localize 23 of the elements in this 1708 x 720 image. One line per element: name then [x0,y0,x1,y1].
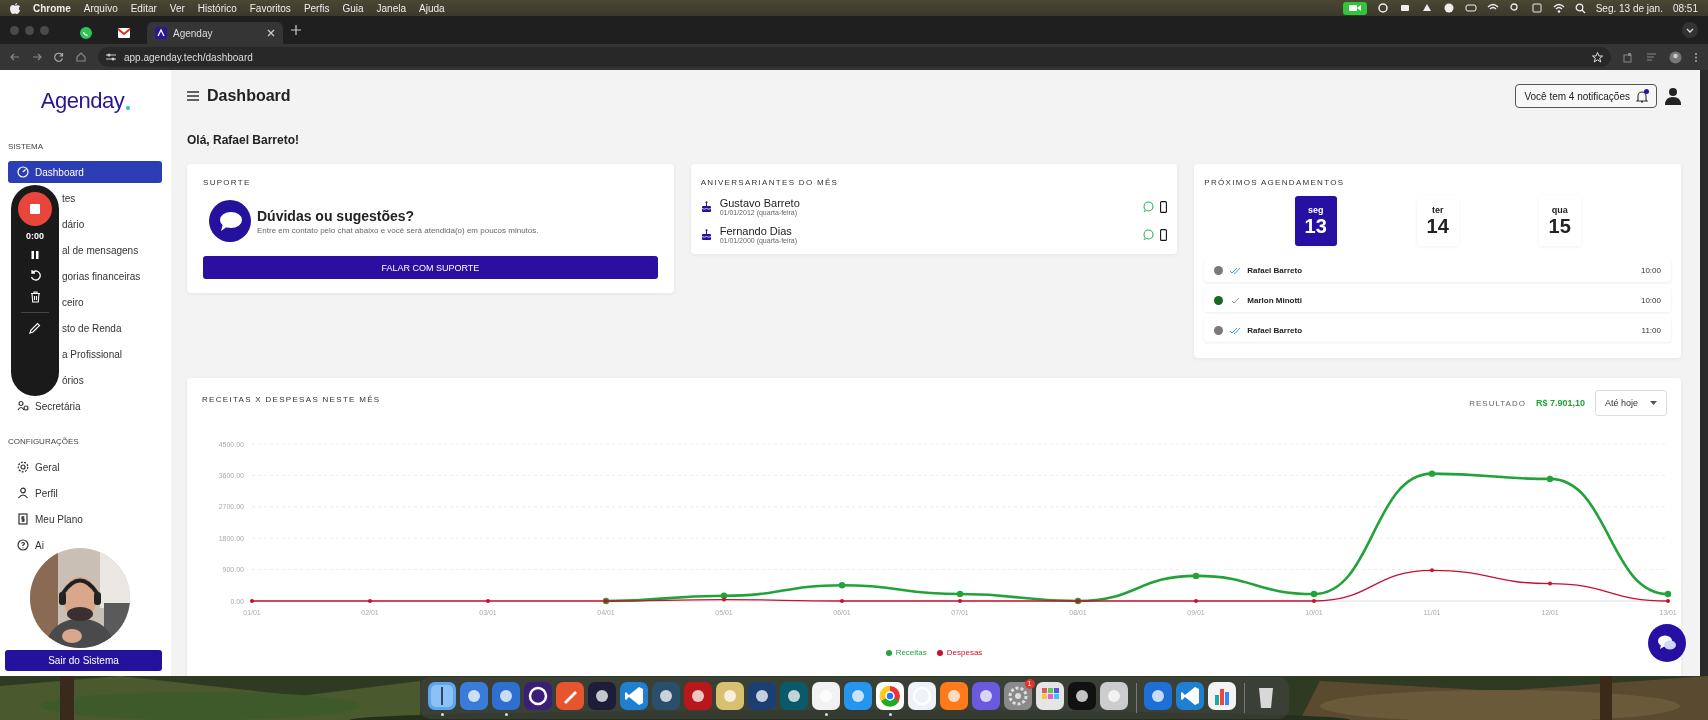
support-heading: Dúvidas ou sugestões? [257,207,416,224]
menu-bar-date: Seg. 13 de jan. [1595,2,1663,14]
person-name: Fernando Dias [719,225,793,237]
client-name: Rafael Barreto [1247,325,1302,335]
card-title: SUPORTE [203,178,252,188]
result-value: R$ 7.901,10 [1535,398,1585,408]
section-heading: CONFIGURAÇÕES [7,436,80,448]
client-name: Marlon Minotti [1247,295,1302,305]
card-title: PRÓXIMOS AGENDAMENTOS [1204,178,1346,188]
card-title: ANIVERSARIANTES DO MÊS [700,178,840,188]
person-name: Gustavo Barreto [719,197,800,209]
support-text: Entre em contato pelo chat abaixo e você será atendida(o) em poucos minutos. [257,225,539,235]
appointment-time: 10:00 [1640,295,1661,305]
recording-timer: 0:00 [26,231,44,241]
result-label: RESULTADO [1469,398,1526,408]
greeting-text: Olá, Rafael Barreto! [187,132,301,148]
section-heading: SISTEMA [7,141,45,153]
card-title: RECEITAS X DESPESAS NESTE MÊS [202,395,381,405]
page-title: Dashboard [207,87,291,105]
appointment-time: 10:00 [1640,265,1661,275]
client-name: Rafael Barreto [1247,265,1302,275]
menu-bar-clock: 08:51 [1672,2,1698,14]
appointment-time: 11:00 [1641,325,1661,335]
